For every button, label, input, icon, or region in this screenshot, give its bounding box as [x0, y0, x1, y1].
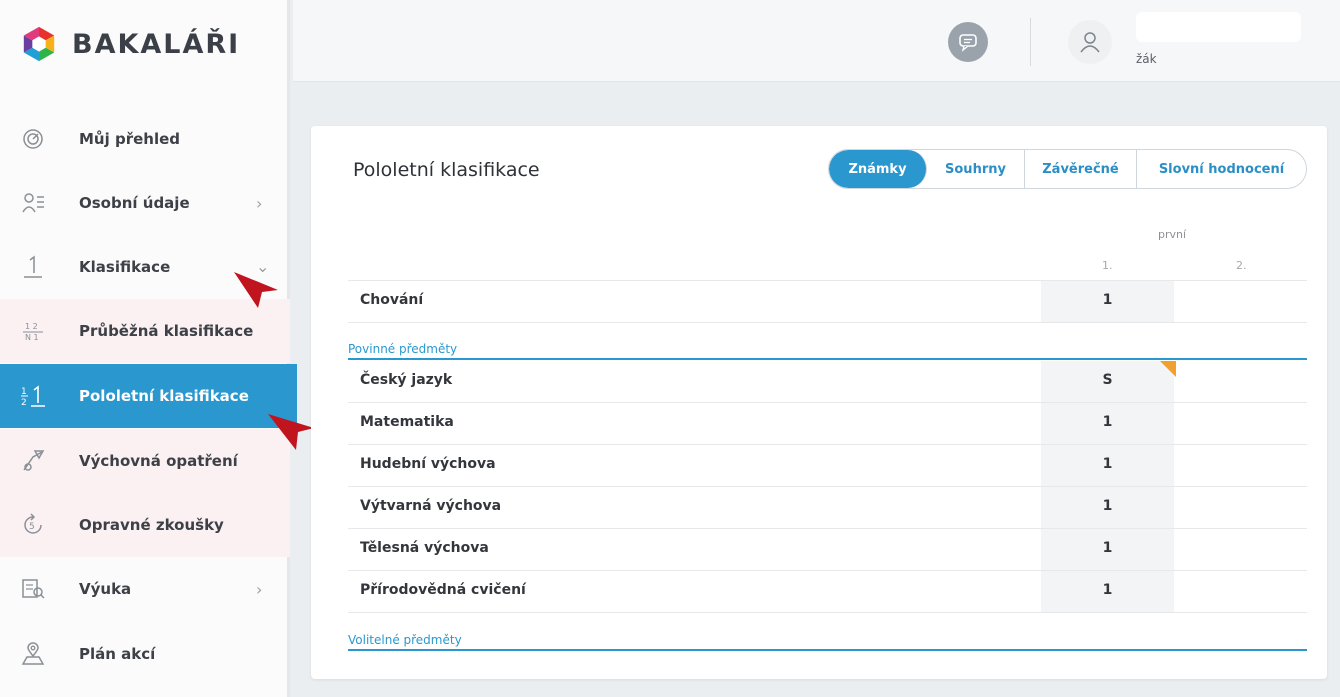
divider: [348, 322, 1307, 323]
sidebar-item-label: Opravné zkoušky: [79, 516, 224, 534]
grade-value[interactable]: 1: [1041, 498, 1174, 514]
svg-text:N 1: N 1: [25, 333, 39, 342]
page-title: Pololetní klasifikace: [353, 159, 540, 181]
tab-summaries[interactable]: Souhrny: [927, 150, 1025, 188]
subject-name: Výtvarná výchova: [360, 498, 502, 514]
table-row: Výtvarná výchova 1: [348, 487, 1307, 528]
subject-name: Český jazyk: [360, 372, 453, 388]
grade-value[interactable]: 1: [1041, 456, 1174, 472]
column-header: 2.: [1236, 259, 1247, 272]
retake-exam-icon: 5: [20, 512, 46, 538]
svg-text:1 2: 1 2: [25, 322, 38, 331]
grade-one-icon: [20, 254, 46, 280]
table-row: Tělesná výchova 1: [348, 529, 1307, 570]
grade-value[interactable]: 1: [1041, 292, 1174, 308]
table-row: Matematika 1: [348, 403, 1307, 444]
sidebar-item-personal-info[interactable]: Osobní údaje ›: [0, 171, 290, 235]
sidebar-item-my-overview[interactable]: Můj přehled: [0, 107, 290, 171]
subject-name: Hudební výchova: [360, 456, 496, 472]
grade-value[interactable]: S: [1041, 372, 1174, 388]
section-underline: [348, 358, 1307, 360]
user-icon: [1080, 32, 1100, 53]
messages-button[interactable]: [948, 22, 988, 62]
sidebar-item-label: Osobní údaje: [79, 194, 190, 212]
chat-bubble-icon: [959, 34, 977, 52]
chevron-right-icon: ›: [256, 193, 263, 213]
column-header: 1.: [1102, 259, 1113, 272]
sidebar-item-label: Průběžná klasifikace: [79, 322, 254, 340]
person-card-icon: [20, 190, 46, 216]
sidebar-item-teaching[interactable]: Výuka ›: [0, 557, 290, 621]
grade-value[interactable]: 1: [1041, 582, 1174, 598]
sidebar-item-label: Pololetní klasifikace: [79, 387, 249, 405]
grade-value[interactable]: 1: [1041, 540, 1174, 556]
app-name: BAKALÁŘI: [72, 28, 241, 60]
note-corner-icon[interactable]: [1160, 361, 1176, 377]
tab-grades[interactable]: Známky: [829, 150, 927, 188]
semester-grades-icon: 12: [20, 383, 46, 409]
annotation-arrow-icon: [234, 272, 278, 308]
fraction-grades-icon: 1 2N 1: [20, 318, 46, 344]
svg-text:5: 5: [29, 522, 35, 532]
sidebar-item-label: Můj přehled: [79, 130, 181, 148]
subject-name: Chování: [360, 292, 424, 308]
tab-final[interactable]: Závěrečné: [1025, 150, 1137, 188]
divider: [348, 612, 1307, 613]
sidebar-item-event-plan[interactable]: Plán akcí: [0, 622, 290, 686]
table-row: Český jazyk S: [348, 361, 1307, 402]
sidebar-item-label: Plán akcí: [79, 645, 156, 663]
sidebar-item-semester-grades[interactable]: 12 Pololetní klasifikace: [0, 364, 297, 428]
svg-text:2: 2: [21, 398, 27, 408]
avatar[interactable]: [1068, 20, 1112, 64]
column-group-header: první: [1158, 228, 1187, 241]
subject-name: Matematika: [360, 414, 454, 430]
tab-verbal-assessment[interactable]: Slovní hodnocení: [1137, 150, 1306, 188]
sidebar-item-retake-exams[interactable]: 5 Opravné zkoušky: [0, 493, 290, 557]
section-optional-subjects: Volitelné předměty: [348, 633, 462, 647]
sidebar-item-label: Výuka: [79, 580, 132, 598]
sidebar-item-disciplinary-measures[interactable]: Výchovná opatření: [0, 429, 290, 493]
app-logo[interactable]: BAKALÁŘI: [20, 22, 240, 66]
subject-name: Přírodovědná cvičení: [360, 582, 526, 598]
table-row: Hudební výchova 1: [348, 445, 1307, 486]
events-map-icon: [20, 641, 46, 667]
view-tabs: Známky Souhrny Závěrečné Slovní hodnocen…: [828, 149, 1307, 189]
teaching-icon: [20, 576, 46, 602]
section-underline: [348, 649, 1307, 651]
dashboard-icon: [20, 126, 46, 152]
user-name-redacted: [1136, 12, 1301, 42]
sidebar-item-label: Klasifikace: [79, 258, 171, 276]
table-row: Přírodovědná cvičení 1: [348, 571, 1307, 612]
table-row: Chování 1: [348, 281, 1307, 322]
section-required-subjects: Povinné předměty: [348, 342, 458, 356]
sidebar-item-label: Výchovná opatření: [79, 452, 238, 470]
chevron-right-icon: ›: [256, 579, 263, 599]
topbar-divider: [1030, 18, 1031, 66]
user-role: žák: [1136, 52, 1157, 66]
sidebar: BAKALÁŘI Můj přehled Osobní údaje › Klas…: [0, 0, 297, 697]
grade-value[interactable]: 1: [1041, 414, 1174, 430]
bakalari-logo-icon: [23, 26, 55, 62]
pen-award-icon: [20, 448, 46, 474]
subject-name: Tělesná výchova: [360, 540, 489, 556]
